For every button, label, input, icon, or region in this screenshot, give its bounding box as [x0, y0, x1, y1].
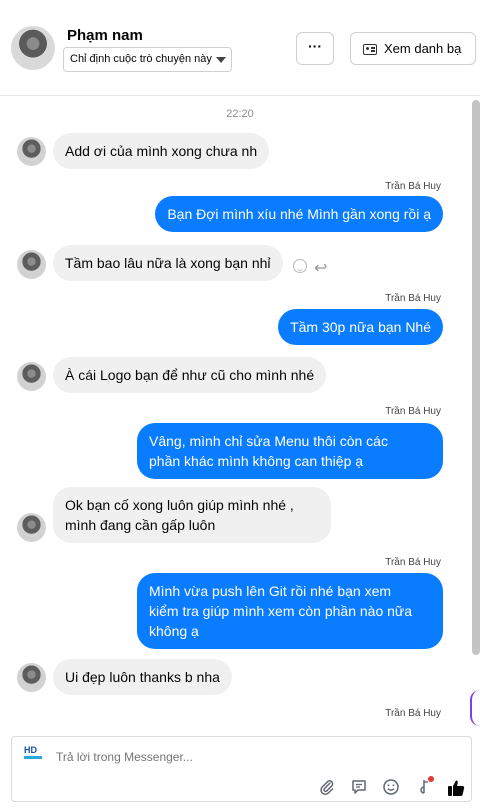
contact-avatar[interactable] [11, 26, 55, 70]
avatar [17, 137, 46, 166]
avatar [17, 513, 46, 542]
notification-dot [428, 776, 434, 782]
incoming-message[interactable]: Add ơi của mình xong chưa nh [53, 133, 270, 169]
view-contacts-label: Xem danh bạ [384, 41, 462, 56]
reply-input[interactable] [56, 750, 356, 764]
page-logo: HD [24, 745, 46, 763]
message-line: mình đang cần gấp luôn [65, 517, 216, 533]
avatar [17, 250, 46, 279]
paperclip-icon[interactable] [317, 778, 337, 798]
avatar [17, 362, 46, 391]
reply-icon[interactable]: ↩ [314, 258, 327, 278]
emoji-icon[interactable] [381, 778, 401, 798]
incoming-message[interactable]: Tầm bao lâu nữa là xong bạn nhỉ [53, 245, 283, 281]
side-widget-tab[interactable] [470, 690, 480, 726]
outgoing-message[interactable]: Mình vừa push lên Git rồi nhé bạn xem ki… [137, 573, 443, 649]
reply-composer: HD [11, 736, 472, 802]
thread-scrollbar[interactable] [472, 100, 480, 655]
assign-conversation-label: Chỉ định cuộc trò chuyện này [70, 53, 212, 65]
incoming-message[interactable]: À cái Logo bạn để như cũ cho mình nhé [53, 357, 327, 393]
outgoing-message[interactable]: Tầm 30p nữa bạn Nhé [278, 309, 443, 345]
sender-name: Trần Bá Huy [385, 708, 441, 719]
assign-conversation-dropdown[interactable]: Chỉ định cuộc trò chuyện này [63, 47, 232, 72]
message-line: phần khác mình không can thiệp ạ [149, 453, 364, 469]
chat-bubble-icon[interactable] [349, 778, 369, 798]
d-coin-icon[interactable] [415, 776, 435, 798]
sender-name: Trần Bá Huy [385, 557, 441, 568]
view-contacts-button[interactable]: Xem danh bạ [350, 32, 476, 65]
sender-name: Trần Bá Huy [385, 293, 441, 304]
message-line: Mình vừa push lên Git rồi nhé bạn xem [149, 583, 392, 599]
incoming-message[interactable]: Ok bạn cố xong luôn giúp mình nhé , mình… [53, 487, 331, 543]
thumbs-up-icon[interactable] [446, 778, 466, 798]
outgoing-message[interactable]: Vâng, mình chỉ sửa Menu thôi còn các phầ… [137, 423, 443, 479]
more-options-button[interactable]: ··· [296, 32, 334, 65]
sender-name: Trần Bá Huy [385, 406, 441, 417]
outgoing-message[interactable]: Bạn Đợi mình xíu nhé Mình gần xong rồi ạ [155, 196, 443, 232]
message-line: kiểm tra giúp mình xem còn phần nào nữa [149, 603, 413, 619]
sender-name: Trần Bá Huy [385, 181, 441, 192]
message-line: Vâng, mình chỉ sửa Menu thôi còn các [149, 433, 388, 449]
caret-down-icon [216, 57, 226, 63]
message-line: không ạ [149, 623, 199, 639]
contact-card-icon [363, 44, 377, 55]
conversation-header: Phạm nam Chỉ định cuộc trò chuyện này ··… [0, 0, 480, 96]
contact-name[interactable]: Phạm nam [67, 27, 143, 44]
emoji-react-icon[interactable] [293, 259, 307, 273]
avatar [17, 663, 46, 692]
timestamp: 22:20 [226, 108, 254, 120]
message-line: Ok bạn cố xong luôn giúp mình nhé , [65, 497, 294, 513]
incoming-message[interactable]: Ui đẹp luôn thanks b nha [53, 659, 232, 695]
